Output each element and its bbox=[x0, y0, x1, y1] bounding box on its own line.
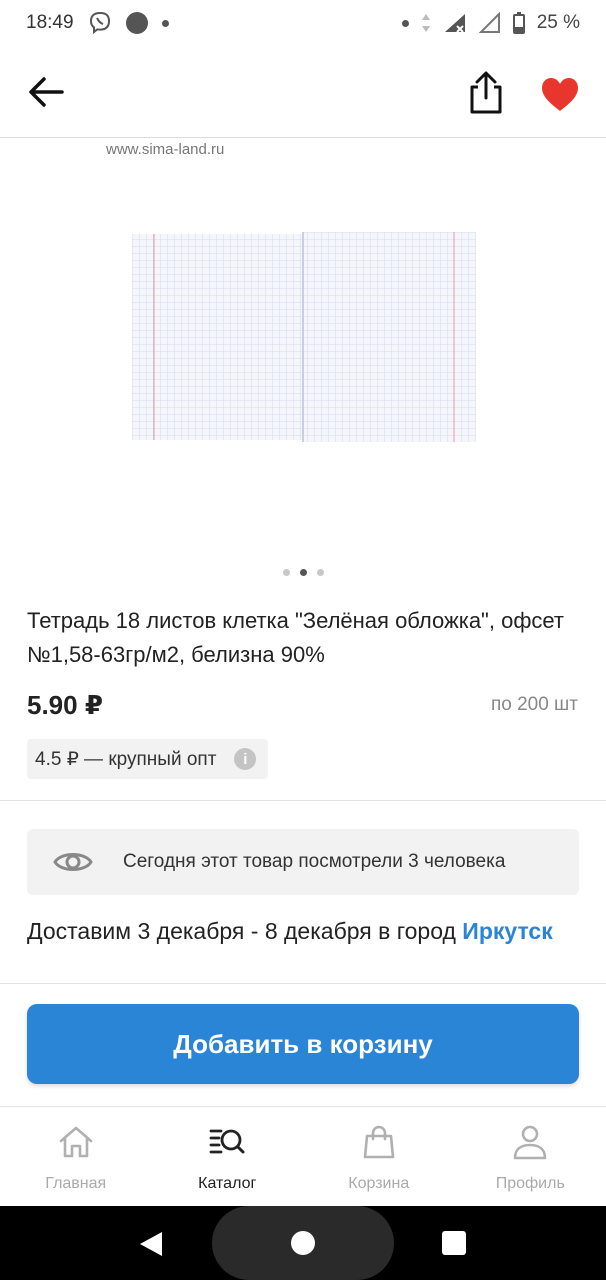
battery-level: 25 % bbox=[536, 12, 580, 33]
signal-icon bbox=[444, 14, 465, 33]
divider bbox=[0, 983, 606, 984]
delivery-city-link[interactable]: Иркутск bbox=[462, 918, 552, 944]
views-notice-text: Сегодня этот товар посмотрели 3 человека bbox=[123, 851, 506, 872]
catalog-search-icon bbox=[209, 1129, 245, 1154]
info-icon[interactable]: i bbox=[234, 748, 257, 770]
watermark: www.sima-land.ru bbox=[106, 141, 225, 158]
share-icon[interactable] bbox=[466, 70, 506, 114]
system-navigation-bar bbox=[0, 1206, 606, 1280]
product-title: Тетрадь 18 листов клетка "Зелёная обложк… bbox=[27, 608, 565, 667]
notification-icon bbox=[125, 12, 148, 34]
nav-item-cart[interactable]: Корзина bbox=[303, 1107, 455, 1206]
nav-label: Корзина bbox=[348, 1175, 410, 1192]
nav-item-home[interactable]: Главная bbox=[0, 1107, 152, 1206]
viber-icon bbox=[89, 11, 110, 35]
signal-2-icon bbox=[478, 12, 500, 33]
home-icon bbox=[59, 1126, 93, 1158]
back-arrow-icon[interactable] bbox=[26, 74, 66, 110]
product-image-gallery[interactable]: www.sima-land.ru bbox=[0, 139, 606, 589]
add-to-cart-button[interactable]: Добавить в корзину bbox=[27, 1004, 579, 1084]
wholesale-price-text: 4.5 ₽ — крупный опт bbox=[35, 748, 217, 770]
data-arrows-icon bbox=[421, 14, 430, 32]
more-notifications-icon bbox=[161, 19, 169, 27]
system-back-icon[interactable] bbox=[138, 1230, 164, 1258]
nav-label: Каталог bbox=[198, 1175, 257, 1192]
pack-quantity: по 200 шт bbox=[490, 694, 578, 715]
nav-item-profile[interactable]: Профиль bbox=[455, 1107, 606, 1206]
user-icon bbox=[513, 1125, 547, 1160]
nav-label: Главная bbox=[45, 1175, 107, 1192]
gallery-pager bbox=[0, 569, 606, 576]
status-time: 18:49 bbox=[26, 12, 74, 33]
eye-icon bbox=[53, 853, 93, 871]
dot-icon bbox=[401, 19, 409, 27]
top-app-bar bbox=[0, 46, 606, 138]
wholesale-price-badge: 4.5 ₽ — крупный опт i bbox=[27, 739, 269, 779]
delivery-text: Доставим 3 декабря - 8 декабря в город bbox=[27, 918, 456, 944]
status-bar: 18:49 25 % bbox=[0, 0, 606, 46]
pager-dot bbox=[282, 569, 290, 576]
product-price: 5.90 ₽ bbox=[27, 690, 103, 720]
pager-dot-active bbox=[299, 569, 307, 576]
divider bbox=[0, 800, 606, 801]
views-notice: Сегодня этот товар посмотрели 3 человека bbox=[27, 829, 579, 895]
system-home-icon[interactable] bbox=[291, 1231, 315, 1255]
pager-dot bbox=[316, 569, 324, 576]
shopping-bag-icon bbox=[363, 1125, 395, 1159]
delivery-info: Доставим 3 декабря - 8 декабря в город И… bbox=[27, 918, 553, 945]
bottom-navigation: Главная Каталог Корзина Профиль bbox=[0, 1106, 606, 1206]
favorite-heart-icon[interactable] bbox=[540, 76, 580, 112]
nav-item-catalog[interactable]: Каталог bbox=[152, 1107, 304, 1206]
notebook-image bbox=[132, 232, 476, 442]
system-recents-icon[interactable] bbox=[442, 1231, 466, 1255]
nav-label: Профиль bbox=[495, 1175, 565, 1192]
battery-icon bbox=[512, 12, 525, 34]
